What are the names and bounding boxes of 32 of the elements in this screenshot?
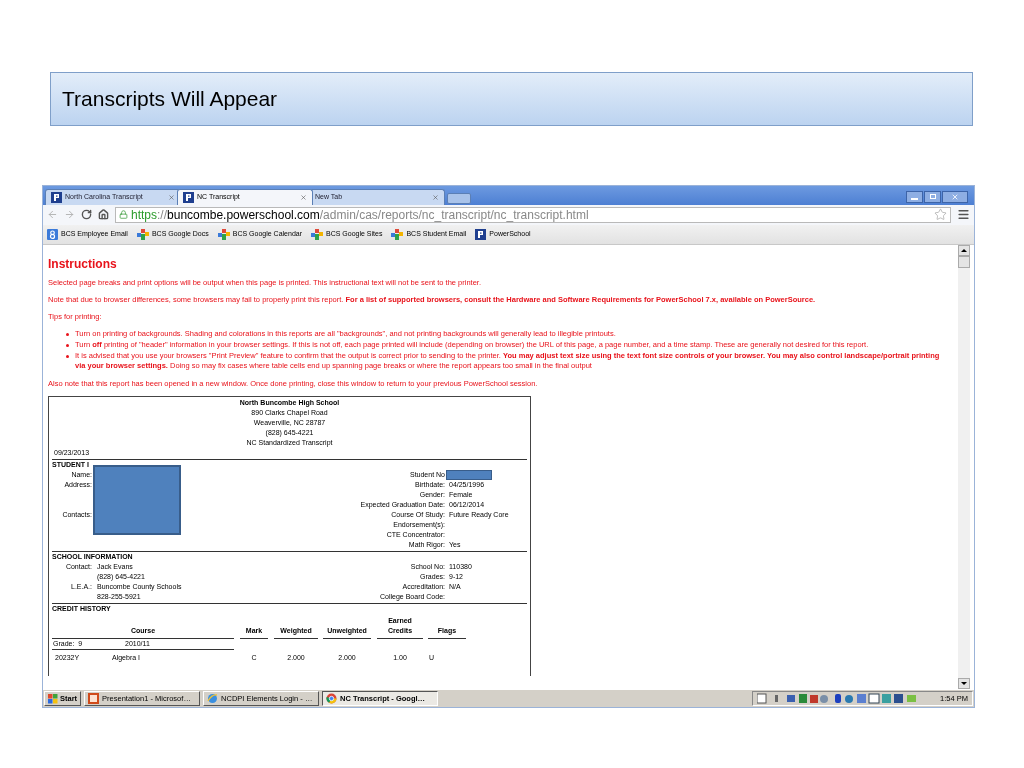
chrome-icon xyxy=(326,693,338,704)
lock-icon xyxy=(119,210,128,220)
scroll-down-button[interactable] xyxy=(958,678,970,690)
apps-icon xyxy=(391,228,404,240)
redaction-box xyxy=(446,469,492,480)
apps-icon xyxy=(311,228,323,240)
apps-icon xyxy=(217,228,230,240)
restore-button[interactable] xyxy=(924,190,941,203)
reload-icon[interactable] xyxy=(81,209,92,221)
menu-icon[interactable] xyxy=(957,208,970,222)
bookmark-star-icon[interactable] xyxy=(934,208,947,222)
powerschool-logo-icon xyxy=(183,191,194,203)
powerschool-logo-icon xyxy=(475,228,487,240)
bullet-icon xyxy=(66,354,69,358)
slide-title: Transcripts Will Appear xyxy=(62,86,278,113)
home-icon[interactable] xyxy=(98,209,109,221)
minimize-button[interactable] xyxy=(906,190,923,203)
close-button[interactable] xyxy=(942,190,968,203)
close-icon[interactable] xyxy=(300,193,307,201)
windows-logo-icon xyxy=(48,693,58,704)
url-text: https://buncombe.powerschool.com/admin/cas/reports/nc_transcript/nc_transcript.html xyxy=(131,208,589,221)
close-icon xyxy=(951,192,959,201)
bookmark-icon xyxy=(47,228,58,240)
bullet-icon xyxy=(66,343,69,347)
instructions-heading: Instructions xyxy=(48,256,117,271)
powerschool-logo-icon xyxy=(51,191,62,203)
bullet-icon xyxy=(66,332,69,336)
scroll-up-button[interactable] xyxy=(958,244,970,256)
address-bar[interactable]: https://buncombe.powerschool.com/admin/cas/reports/nc_transcript/nc_transcript.html xyxy=(115,206,951,223)
browser-app-icon xyxy=(207,693,219,704)
presentation-app-icon xyxy=(88,693,100,704)
apps-icon xyxy=(136,228,149,240)
